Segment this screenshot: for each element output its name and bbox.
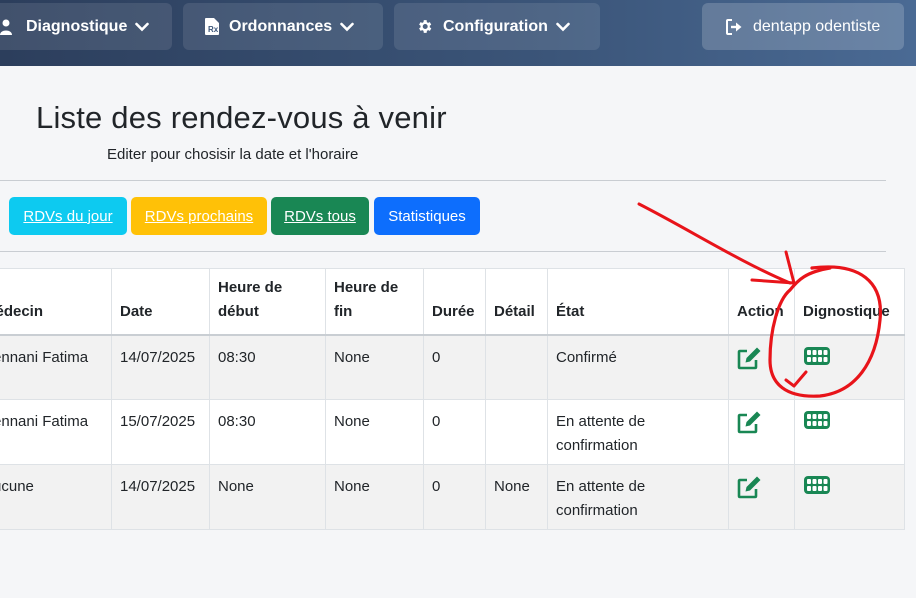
gear-icon bbox=[416, 18, 433, 35]
nav-ordonnances-label: Ordonnances bbox=[229, 17, 333, 35]
appointments-table: Médecin Date Heure de début Heure de fin… bbox=[0, 268, 905, 530]
rdv-prochains-label: RDVs prochains bbox=[144, 207, 254, 225]
header-etat: État bbox=[547, 268, 729, 336]
header-action: Action bbox=[728, 268, 795, 336]
cell-duree: 0 bbox=[423, 399, 486, 465]
cell-diagnostique bbox=[794, 399, 905, 465]
rdv-du-jour-label: RDVs du jour bbox=[23, 207, 113, 225]
nav-ordonnances-dropdown[interactable]: Rx Ordonnances bbox=[183, 3, 383, 50]
chevron-down-icon bbox=[340, 22, 354, 32]
cell-diagnostique bbox=[794, 464, 905, 530]
rdv-prochains-button[interactable]: RDVs prochains bbox=[131, 197, 267, 235]
logout-label: dentapp odentiste bbox=[753, 17, 881, 35]
chevron-down-icon bbox=[135, 22, 150, 32]
cell-date: 14/07/2025 bbox=[111, 464, 210, 530]
cell-medecin: Bennani Fatima bbox=[0, 334, 112, 400]
table-row: Aucune 14/07/2025 None None 0 None En at… bbox=[0, 464, 905, 530]
cell-action bbox=[728, 334, 795, 400]
table-row: Bennani Fatima 15/07/2025 08:30 None 0 E… bbox=[0, 399, 905, 465]
edit-icon[interactable] bbox=[737, 475, 786, 499]
header-heure-debut: Heure de début bbox=[209, 268, 326, 336]
statistiques-button[interactable]: Statistiques bbox=[374, 197, 480, 235]
header-date: Date bbox=[111, 268, 210, 336]
cell-diagnostique bbox=[794, 334, 905, 400]
cell-action bbox=[728, 464, 795, 530]
page-title: Liste des rendez-vous à venir bbox=[36, 100, 447, 135]
cell-date: 14/07/2025 bbox=[111, 334, 210, 400]
header-medecin: Médecin bbox=[0, 268, 112, 336]
nav-diagnostique-label: Diagnostique bbox=[26, 17, 128, 35]
cell-detail bbox=[485, 399, 548, 465]
cell-action bbox=[728, 399, 795, 465]
cell-heure-fin: None bbox=[325, 464, 424, 530]
rdv-tous-label: RDVs tous bbox=[284, 207, 356, 225]
nav-configuration-label: Configuration bbox=[443, 17, 548, 35]
nav-configuration-dropdown[interactable]: Configuration bbox=[394, 3, 600, 50]
divider bbox=[0, 251, 886, 252]
cell-duree: 0 bbox=[423, 334, 486, 400]
cell-heure-fin: None bbox=[325, 399, 424, 465]
cell-etat: En attente de confirmation bbox=[547, 464, 729, 530]
cell-heure-debut: 08:30 bbox=[209, 399, 326, 465]
top-navbar: Diagnostique Rx Ordonnances Configuratio… bbox=[0, 0, 916, 66]
rdv-tous-button[interactable]: RDVs tous bbox=[271, 197, 369, 235]
cell-heure-debut: 08:30 bbox=[209, 334, 326, 400]
teeth-icon[interactable] bbox=[803, 410, 896, 430]
logout-button[interactable]: dentapp odentiste bbox=[702, 3, 904, 50]
edit-icon[interactable] bbox=[737, 410, 786, 434]
edit-icon[interactable] bbox=[737, 346, 786, 370]
prescription-file-icon: Rx bbox=[205, 18, 219, 35]
cell-medecin: Bennani Fatima bbox=[0, 399, 112, 465]
teeth-icon[interactable] bbox=[803, 475, 896, 495]
table-row: Bennani Fatima 14/07/2025 08:30 None 0 C… bbox=[0, 334, 905, 400]
svg-text:Rx: Rx bbox=[208, 25, 219, 34]
cell-duree: 0 bbox=[423, 464, 486, 530]
nav-diagnostique-dropdown[interactable]: Diagnostique bbox=[0, 3, 172, 50]
cell-heure-debut: None bbox=[209, 464, 326, 530]
divider bbox=[0, 180, 886, 181]
cell-detail: None bbox=[485, 464, 548, 530]
header-duree: Durée bbox=[423, 268, 486, 336]
statistiques-label: Statistiques bbox=[388, 207, 466, 225]
table-header-row: Médecin Date Heure de début Heure de fin… bbox=[0, 268, 905, 336]
cell-medecin: Aucune bbox=[0, 464, 112, 530]
page-subtitle: Editer pour chosisir la date et l'horair… bbox=[107, 146, 359, 163]
teeth-icon[interactable] bbox=[803, 346, 896, 366]
cell-date: 15/07/2025 bbox=[111, 399, 210, 465]
cell-etat: Confirmé bbox=[547, 334, 729, 400]
cell-etat: En attente de confirmation bbox=[547, 399, 729, 465]
header-diagnostique: Dignostique bbox=[794, 268, 905, 336]
rdv-du-jour-button[interactable]: RDVs du jour bbox=[9, 197, 127, 235]
cell-detail bbox=[485, 334, 548, 400]
cell-heure-fin: None bbox=[325, 334, 424, 400]
sign-out-icon bbox=[726, 18, 743, 35]
user-doctor-icon bbox=[0, 19, 16, 35]
header-heure-fin: Heure de fin bbox=[325, 268, 424, 336]
header-detail: Détail bbox=[485, 268, 548, 336]
chevron-down-icon bbox=[556, 22, 570, 32]
